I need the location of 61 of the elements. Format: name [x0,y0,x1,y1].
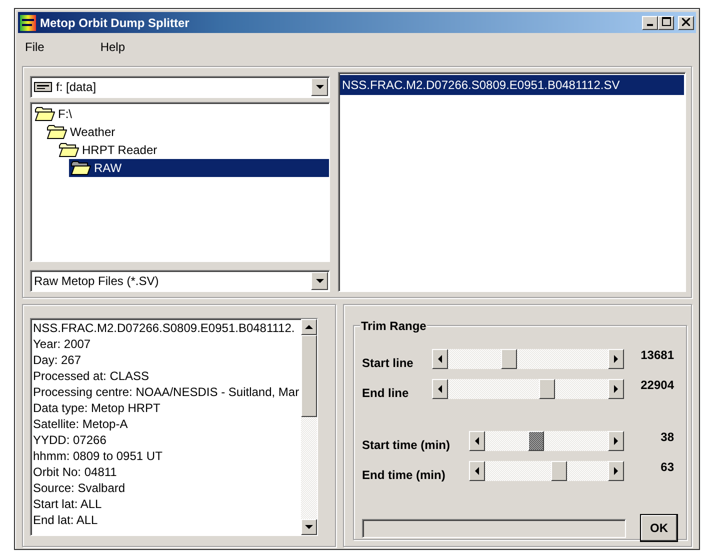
tree-item[interactable]: RAW [69,158,329,177]
close-button[interactable] [678,16,694,30]
tree-item[interactable]: F:\ [33,104,74,123]
slider-thumb[interactable] [551,461,568,481]
info-line: YYDD: 07266 [33,432,108,448]
folder-icon [47,124,67,139]
folder-icon [35,106,55,121]
info-line: Day: 267 [33,352,82,368]
left-arrow-button[interactable] [469,431,485,451]
slider-track[interactable] [469,461,624,481]
folder-icon [59,142,79,157]
app-icon [20,14,36,30]
slider-value: 63 [660,459,674,476]
info-line: Satellite: Metop-A [33,416,129,432]
slider-track[interactable] [432,349,624,369]
left-arrow-button[interactable] [432,349,448,369]
close-icon [682,18,690,26]
left-arrow-button[interactable] [469,461,485,481]
info-line: End lat: ALL [33,512,99,528]
left-arrow-button[interactable] [432,379,448,399]
window-title: Metop Orbit Dump Splitter [40,14,190,32]
slider-label: Start time (min) [362,437,452,454]
file-type-dropdown[interactable]: Raw Metop Files (*.SV) [30,270,330,292]
slider-thumb[interactable] [501,349,518,369]
info-line: Orbit No: 04811 [33,464,118,480]
maximize-button[interactable] [658,16,674,30]
file-item[interactable]: NSS.FRAC.M2.D07266.S0809.E0951.B0481112.SV [340,75,684,95]
slider-value: 22904 [640,377,674,394]
right-arrow-button[interactable] [608,461,624,481]
right-arrow-button[interactable] [608,349,624,369]
info-line: Data type: Metop HRPT [33,400,162,416]
tree-item[interactable]: HRPT Reader [57,140,160,159]
info-line: Source: Svalbard [33,480,126,496]
slider-value: 38 [660,429,674,446]
right-arrow-button[interactable] [608,379,624,399]
slider-track[interactable] [432,379,624,399]
folder-icon [71,160,91,175]
slider-label: End line [362,385,410,402]
minimize-button[interactable] [642,16,658,30]
vertical-scrollbar[interactable] [301,319,317,535]
slider-label: End time (min) [362,467,446,484]
drive-dropdown[interactable]: f: [data] [30,76,330,98]
slider-track[interactable] [469,431,624,451]
ok-button[interactable]: OK [640,514,678,542]
menu-item[interactable]: Help [92,35,134,59]
right-arrow-button[interactable] [608,431,624,451]
info-line: Processing centre: NOAA/NESDIS - Suitland, Mar [33,384,299,400]
tree-item[interactable]: Weather [45,122,118,141]
minimize-icon [647,24,653,26]
slider-value: 13681 [640,347,674,364]
slider-thumb[interactable] [528,431,544,451]
maximize-icon [662,17,670,26]
info-line: Year: 2007 [33,336,92,352]
slider-label: Start line [362,355,414,372]
info-line: hhmm: 0809 to 0951 UT [33,448,164,464]
menu-item[interactable]: File [17,35,52,59]
drive-icon [34,82,52,92]
info-line: Start lat: ALL [33,496,103,512]
info-line: Processed at: CLASS [33,368,150,384]
info-line: NSS.FRAC.M2.D07266.S0809.E0951.B0481112. [33,320,296,336]
slider-thumb[interactable] [538,379,555,399]
